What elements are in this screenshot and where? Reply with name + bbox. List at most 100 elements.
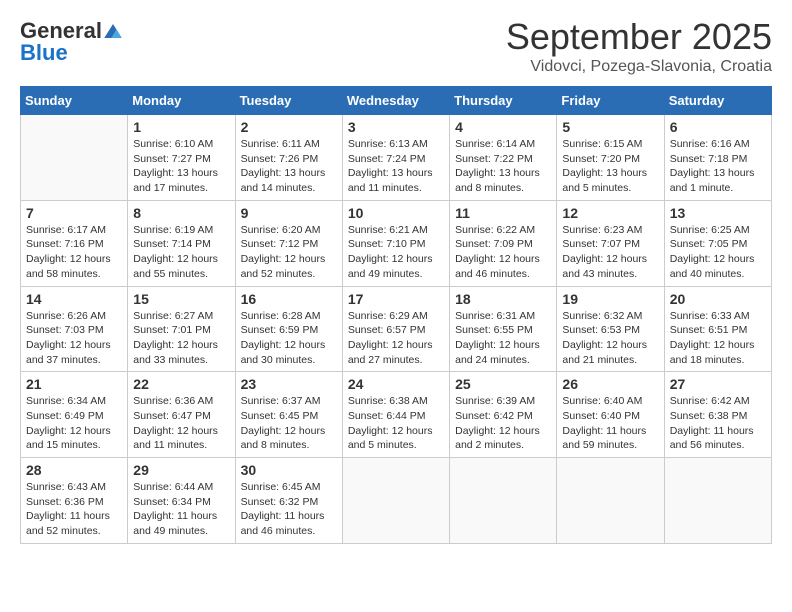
- calendar-cell: 15Sunrise: 6:27 AMSunset: 7:01 PMDayligh…: [128, 286, 235, 372]
- week-row-2: 7 Sunrise: 6:17 AMSunset: 7:16 PMDaylight…: [21, 200, 772, 286]
- day-number: 28: [26, 462, 122, 478]
- day-number: 22: [133, 376, 229, 392]
- calendar-cell: [664, 458, 771, 544]
- day-number: 9: [241, 205, 337, 221]
- day-info: Sunrise: 6:23 AMSunset: 7:07 PMDaylight:…: [562, 223, 658, 282]
- day-number: 24: [348, 376, 444, 392]
- calendar-cell: 7 Sunrise: 6:17 AMSunset: 7:16 PMDaylight…: [21, 200, 128, 286]
- day-number: 13: [670, 205, 766, 221]
- day-number: 27: [670, 376, 766, 392]
- calendar-cell: 12 Sunrise: 6:23 AMSunset: 7:07 PMDayligh…: [557, 200, 664, 286]
- calendar-cell: 26 Sunrise: 6:40 AMSunset: 6:40 PMDayligh…: [557, 372, 664, 458]
- weekday-header-saturday: Saturday: [664, 87, 771, 115]
- calendar-cell: 27 Sunrise: 6:42 AMSunset: 6:38 PMDayligh…: [664, 372, 771, 458]
- day-number: 25: [455, 376, 551, 392]
- calendar-cell: 8 Sunrise: 6:19 AMSunset: 7:14 PMDaylight…: [128, 200, 235, 286]
- calendar-cell: 16 Sunrise: 6:28 AMSunset: 6:59 PMDayligh…: [235, 286, 342, 372]
- calendar-cell: 13 Sunrise: 6:25 AMSunset: 7:05 PMDayligh…: [664, 200, 771, 286]
- day-number: 4: [455, 119, 551, 135]
- day-number: 6: [670, 119, 766, 135]
- calendar-cell: 4 Sunrise: 6:14 AMSunset: 7:22 PMDaylight…: [450, 115, 557, 201]
- calendar-cell: 24 Sunrise: 6:38 AMSunset: 6:44 PMDayligh…: [342, 372, 449, 458]
- title-area: September 2025 Vidovci, Pozega-Slavonia,…: [506, 16, 772, 76]
- day-number: 8: [133, 205, 229, 221]
- day-info: Sunrise: 6:27 AMSunset: 7:01 PMDaylight:…: [133, 309, 229, 368]
- calendar-cell: 20Sunrise: 6:33 AMSunset: 6:51 PMDayligh…: [664, 286, 771, 372]
- day-info: Sunrise: 6:22 AMSunset: 7:09 PMDaylight:…: [455, 223, 551, 282]
- weekday-header-thursday: Thursday: [450, 87, 557, 115]
- day-info: Sunrise: 6:34 AMSunset: 6:49 PMDaylight:…: [26, 394, 122, 453]
- day-info: Sunrise: 6:28 AMSunset: 6:59 PMDaylight:…: [241, 309, 337, 368]
- day-info: Sunrise: 6:44 AMSunset: 6:34 PMDaylight:…: [133, 480, 229, 539]
- calendar-cell: [450, 458, 557, 544]
- day-number: 23: [241, 376, 337, 392]
- day-number: 21: [26, 376, 122, 392]
- day-info: Sunrise: 6:13 AMSunset: 7:24 PMDaylight:…: [348, 137, 444, 196]
- calendar: SundayMondayTuesdayWednesdayThursdayFrid…: [20, 86, 772, 544]
- calendar-cell: 2 Sunrise: 6:11 AMSunset: 7:26 PMDaylight…: [235, 115, 342, 201]
- calendar-cell: 25 Sunrise: 6:39 AMSunset: 6:42 PMDayligh…: [450, 372, 557, 458]
- day-number: 19: [562, 291, 658, 307]
- day-number: 11: [455, 205, 551, 221]
- day-number: 10: [348, 205, 444, 221]
- day-info: Sunrise: 6:36 AMSunset: 6:47 PMDaylight:…: [133, 394, 229, 453]
- day-number: 5: [562, 119, 658, 135]
- calendar-cell: 9 Sunrise: 6:20 AMSunset: 7:12 PMDaylight…: [235, 200, 342, 286]
- day-info: Sunrise: 6:17 AMSunset: 7:16 PMDaylight:…: [26, 223, 122, 282]
- day-info: Sunrise: 6:29 AMSunset: 6:57 PMDaylight:…: [348, 309, 444, 368]
- calendar-cell: 18Sunrise: 6:31 AMSunset: 6:55 PMDayligh…: [450, 286, 557, 372]
- day-info: Sunrise: 6:32 AMSunset: 6:53 PMDaylight:…: [562, 309, 658, 368]
- calendar-cell: 22 Sunrise: 6:36 AMSunset: 6:47 PMDayligh…: [128, 372, 235, 458]
- calendar-cell: 14 Sunrise: 6:26 AMSunset: 7:03 PMDayligh…: [21, 286, 128, 372]
- calendar-cell: 21 Sunrise: 6:34 AMSunset: 6:49 PMDayligh…: [21, 372, 128, 458]
- week-row-4: 21 Sunrise: 6:34 AMSunset: 6:49 PMDayligh…: [21, 372, 772, 458]
- day-number: 12: [562, 205, 658, 221]
- calendar-cell: [557, 458, 664, 544]
- calendar-cell: 28Sunrise: 6:43 AMSunset: 6:36 PMDayligh…: [21, 458, 128, 544]
- day-number: 18: [455, 291, 551, 307]
- weekday-header-monday: Monday: [128, 87, 235, 115]
- day-info: Sunrise: 6:42 AMSunset: 6:38 PMDaylight:…: [670, 394, 766, 453]
- day-number: 14: [26, 291, 122, 307]
- day-number: 29: [133, 462, 229, 478]
- day-info: Sunrise: 6:39 AMSunset: 6:42 PMDaylight:…: [455, 394, 551, 453]
- calendar-cell: 6 Sunrise: 6:16 AMSunset: 7:18 PMDaylight…: [664, 115, 771, 201]
- day-info: Sunrise: 6:40 AMSunset: 6:40 PMDaylight:…: [562, 394, 658, 453]
- day-info: Sunrise: 6:37 AMSunset: 6:45 PMDaylight:…: [241, 394, 337, 453]
- calendar-cell: 3Sunrise: 6:13 AMSunset: 7:24 PMDaylight…: [342, 115, 449, 201]
- logo: General Blue: [20, 20, 122, 64]
- week-row-5: 28Sunrise: 6:43 AMSunset: 6:36 PMDayligh…: [21, 458, 772, 544]
- day-info: Sunrise: 6:11 AMSunset: 7:26 PMDaylight:…: [241, 137, 337, 196]
- day-info: Sunrise: 6:19 AMSunset: 7:14 PMDaylight:…: [133, 223, 229, 282]
- header: General Blue September 2025 Vidovci, Poz…: [20, 16, 772, 76]
- week-row-3: 14 Sunrise: 6:26 AMSunset: 7:03 PMDayligh…: [21, 286, 772, 372]
- day-info: Sunrise: 6:25 AMSunset: 7:05 PMDaylight:…: [670, 223, 766, 282]
- day-info: Sunrise: 6:20 AMSunset: 7:12 PMDaylight:…: [241, 223, 337, 282]
- day-number: 17: [348, 291, 444, 307]
- weekday-header-row: SundayMondayTuesdayWednesdayThursdayFrid…: [21, 87, 772, 115]
- day-info: Sunrise: 6:16 AMSunset: 7:18 PMDaylight:…: [670, 137, 766, 196]
- logo-blue: Blue: [20, 42, 68, 64]
- calendar-cell: 17 Sunrise: 6:29 AMSunset: 6:57 PMDayligh…: [342, 286, 449, 372]
- month-title: September 2025: [506, 16, 772, 58]
- day-info: Sunrise: 6:15 AMSunset: 7:20 PMDaylight:…: [562, 137, 658, 196]
- calendar-cell: 1Sunrise: 6:10 AMSunset: 7:27 PMDaylight…: [128, 115, 235, 201]
- day-number: 20: [670, 291, 766, 307]
- day-number: 2: [241, 119, 337, 135]
- logo-icon: [104, 24, 122, 38]
- calendar-cell: [342, 458, 449, 544]
- day-info: Sunrise: 6:21 AMSunset: 7:10 PMDaylight:…: [348, 223, 444, 282]
- day-info: Sunrise: 6:26 AMSunset: 7:03 PMDaylight:…: [26, 309, 122, 368]
- day-number: 26: [562, 376, 658, 392]
- weekday-header-sunday: Sunday: [21, 87, 128, 115]
- calendar-cell: 29 Sunrise: 6:44 AMSunset: 6:34 PMDayligh…: [128, 458, 235, 544]
- weekday-header-friday: Friday: [557, 87, 664, 115]
- calendar-cell: 11 Sunrise: 6:22 AMSunset: 7:09 PMDayligh…: [450, 200, 557, 286]
- day-info: Sunrise: 6:14 AMSunset: 7:22 PMDaylight:…: [455, 137, 551, 196]
- day-info: Sunrise: 6:10 AMSunset: 7:27 PMDaylight:…: [133, 137, 229, 196]
- location-title: Vidovci, Pozega-Slavonia, Croatia: [506, 58, 772, 76]
- calendar-cell: 23 Sunrise: 6:37 AMSunset: 6:45 PMDayligh…: [235, 372, 342, 458]
- day-info: Sunrise: 6:38 AMSunset: 6:44 PMDaylight:…: [348, 394, 444, 453]
- day-number: 7: [26, 205, 122, 221]
- day-number: 16: [241, 291, 337, 307]
